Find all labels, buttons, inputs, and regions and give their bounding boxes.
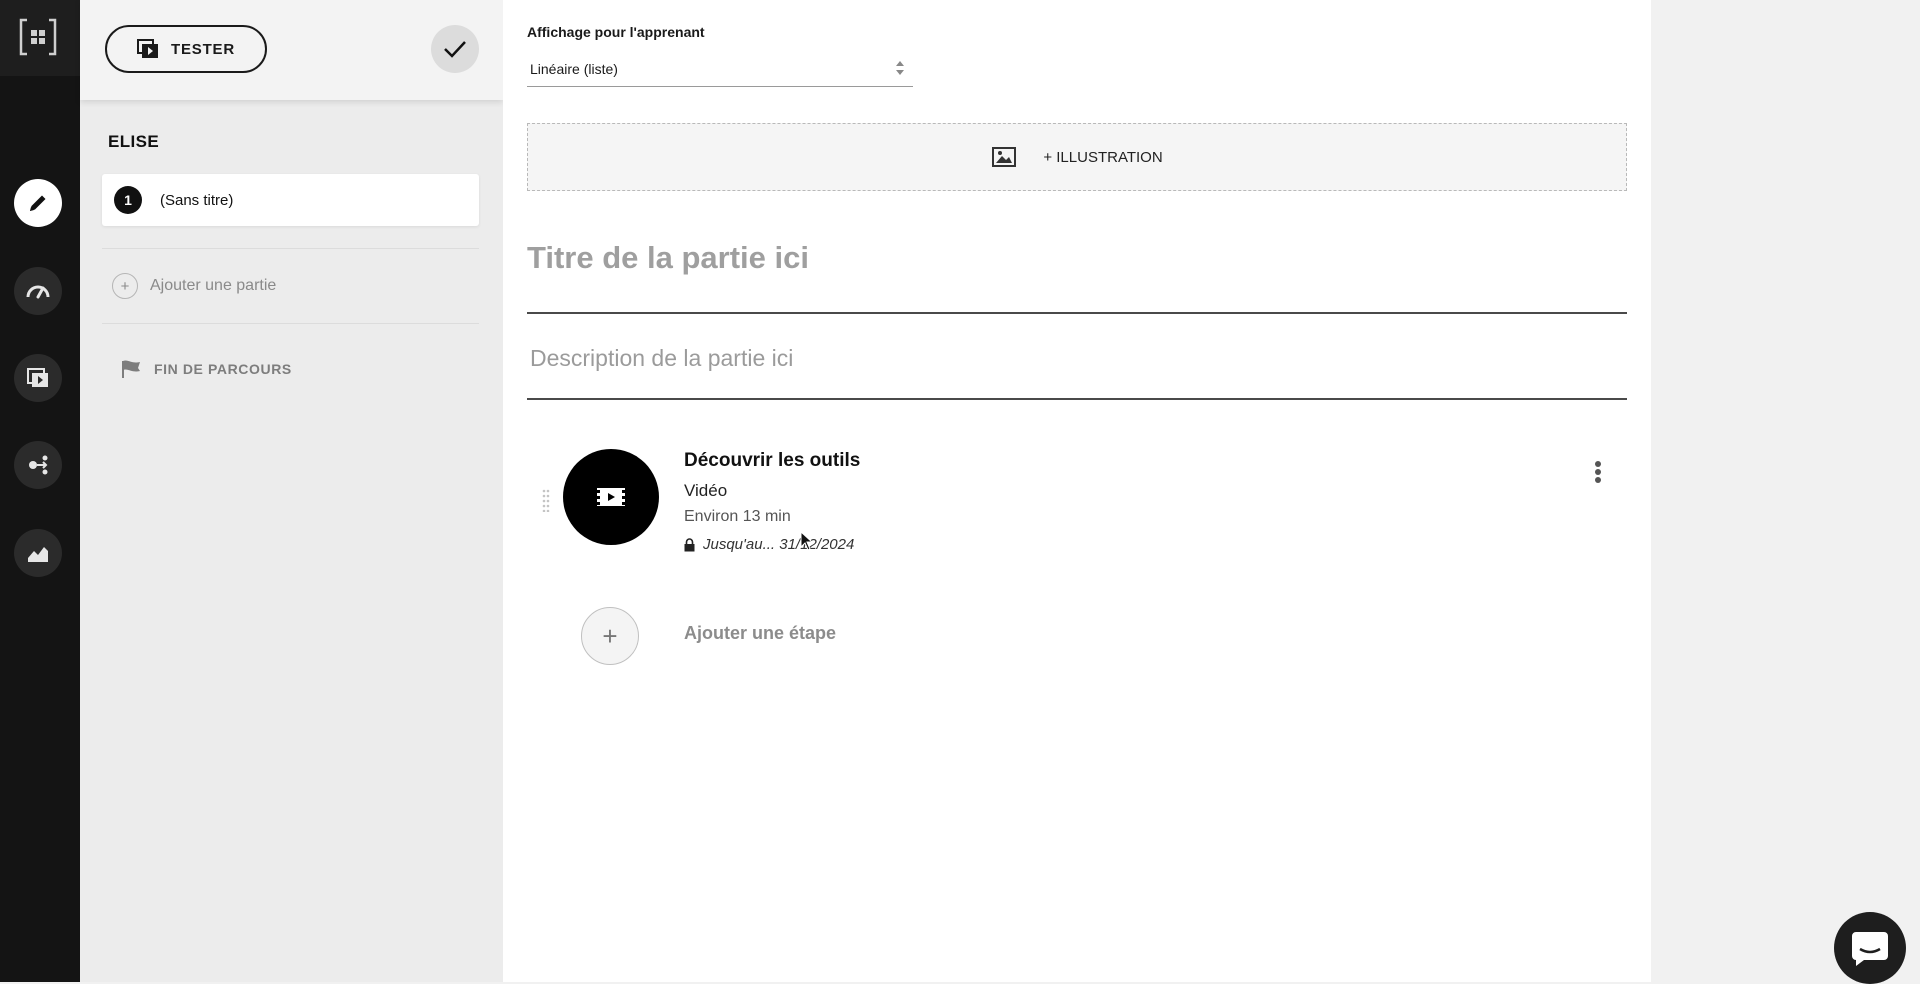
app-rail — [0, 0, 80, 982]
pencil-icon — [30, 195, 46, 211]
tester-button[interactable]: TESTER — [105, 25, 267, 73]
course-name: ELISE — [108, 132, 160, 151]
kebab-dot — [1595, 461, 1601, 467]
title-underline — [527, 312, 1627, 314]
step-video-thumbnail[interactable] — [563, 449, 659, 545]
tester-button-label: TESTER — [171, 40, 235, 58]
chat-bubble-icon — [1852, 932, 1888, 966]
step-title[interactable]: Découvrir les outils — [684, 450, 860, 472]
part-title-input[interactable]: Titre de la partie ici — [527, 240, 809, 276]
end-of-course-item[interactable]: FIN DE PARCOURS — [120, 359, 292, 379]
media-play-icon — [137, 39, 158, 58]
rail-media-button[interactable] — [14, 354, 62, 402]
area-chart-icon — [28, 547, 48, 562]
rail-share-button[interactable] — [14, 441, 62, 489]
end-of-course-label: FIN DE PARCOURS — [154, 361, 292, 377]
step-availability-text: Jusqu'au... 31/12/2024 — [703, 536, 855, 553]
checkmark-icon — [444, 41, 466, 58]
part-editor: Affichage pour l'apprenant Linéaire (lis… — [503, 0, 1651, 982]
lock-icon — [684, 537, 695, 551]
add-illustration-label: + ILLUSTRATION — [1043, 148, 1163, 166]
mouse-cursor-icon — [800, 531, 814, 551]
app-logo-icon[interactable] — [19, 18, 57, 56]
rail-edit-button[interactable] — [14, 179, 62, 227]
rail-stats-button[interactable] — [14, 529, 62, 577]
part-title: (Sans titre) — [160, 191, 234, 209]
kebab-dot — [1595, 477, 1601, 483]
description-underline — [527, 398, 1627, 400]
course-sidebar: TESTER ELISE 1 (Sans titre) + Ajouter un… — [80, 0, 503, 982]
display-mode-value: Linéaire (liste) — [530, 61, 618, 77]
part-description-input[interactable]: Description de la partie ici — [530, 345, 793, 372]
drag-handle-icon[interactable] — [541, 488, 551, 512]
sidebar-divider — [102, 248, 479, 249]
sidebar-part-item[interactable]: 1 (Sans titre) — [102, 174, 479, 226]
kebab-dot — [1595, 469, 1601, 475]
step-more-menu-icon[interactable] — [1586, 459, 1610, 485]
display-mode-select[interactable]: Linéaire (liste) — [527, 52, 913, 87]
share-nodes-icon — [29, 455, 48, 475]
add-part-label: Ajouter une partie — [150, 277, 277, 294]
add-step-label[interactable]: Ajouter une étape — [684, 623, 836, 644]
validate-button[interactable] — [431, 25, 479, 73]
display-mode-label: Affichage pour l'apprenant — [527, 24, 705, 40]
right-margin — [1651, 0, 1920, 982]
add-illustration-zone[interactable]: + ILLUSTRATION — [527, 123, 1627, 191]
media-stack-icon — [27, 368, 48, 387]
video-icon — [597, 488, 625, 506]
image-icon — [992, 147, 1017, 167]
rail-header — [0, 0, 80, 76]
step-availability: Jusqu'au... 31/12/2024 — [684, 536, 854, 553]
sidebar-header: TESTER — [80, 0, 503, 100]
step-type: Vidéo — [684, 481, 728, 500]
sidebar-divider — [102, 323, 479, 324]
chat-support-button[interactable] — [1834, 912, 1906, 984]
plus-icon: + — [112, 273, 138, 299]
part-number-badge: 1 — [114, 186, 142, 214]
add-part-button[interactable]: + Ajouter une partie — [112, 273, 276, 299]
gauge-icon — [26, 285, 50, 299]
flag-icon — [122, 360, 140, 378]
select-arrows-icon — [896, 61, 904, 75]
rail-dashboard-button[interactable] — [14, 267, 62, 315]
add-step-button[interactable]: + — [581, 607, 639, 665]
step-duration: Environ 13 min — [684, 508, 791, 525]
